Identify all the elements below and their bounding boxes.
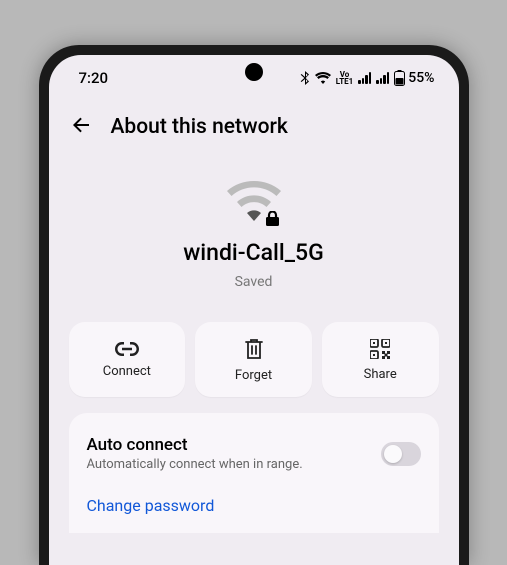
volte-icon: VoLTE1: [336, 71, 354, 85]
auto-connect-row: Auto connect Automatically connect when …: [87, 431, 421, 486]
auto-connect-subtitle: Automatically connect when in range.: [87, 457, 381, 472]
settings-panel: Auto connect Automatically connect when …: [69, 413, 439, 533]
link-icon: [114, 342, 140, 356]
phone-frame: 7:20 VoLTE1 55% About this network: [39, 45, 469, 565]
auto-connect-text: Auto connect Automatically connect when …: [87, 435, 381, 472]
network-status: Saved: [235, 274, 273, 290]
qr-icon: [370, 339, 390, 359]
camera-notch: [245, 63, 263, 81]
network-hero: windi-Call_5G Saved: [49, 151, 459, 310]
connect-button[interactable]: Connect: [69, 322, 186, 397]
bluetooth-icon: [300, 71, 310, 85]
wifi-large-icon: [226, 181, 282, 225]
battery-percent: 55%: [408, 70, 434, 86]
page-title: About this network: [111, 115, 288, 139]
auto-connect-toggle[interactable]: [381, 442, 421, 466]
wifi-icon: [315, 72, 331, 84]
forget-button[interactable]: Forget: [195, 322, 312, 397]
forget-label: Forget: [235, 368, 272, 383]
status-time: 7:20: [79, 69, 257, 87]
status-icons: VoLTE1 55%: [257, 70, 435, 86]
signal-bars-2-icon: [376, 72, 389, 84]
signal-bars-1-icon: [358, 72, 371, 84]
page-header: About this network: [49, 95, 459, 151]
network-name: windi-Call_5G: [183, 239, 324, 266]
back-icon[interactable]: [69, 113, 93, 141]
screen: 7:20 VoLTE1 55% About this network: [49, 55, 459, 565]
share-button[interactable]: Share: [322, 322, 439, 397]
battery-icon: [394, 70, 405, 86]
action-row: Connect Forget Share: [49, 310, 459, 413]
connect-label: Connect: [103, 364, 151, 379]
share-label: Share: [364, 367, 397, 382]
change-password-link[interactable]: Change password: [87, 486, 421, 519]
lock-icon: [266, 211, 279, 226]
trash-icon: [244, 338, 264, 360]
auto-connect-title: Auto connect: [87, 435, 381, 455]
